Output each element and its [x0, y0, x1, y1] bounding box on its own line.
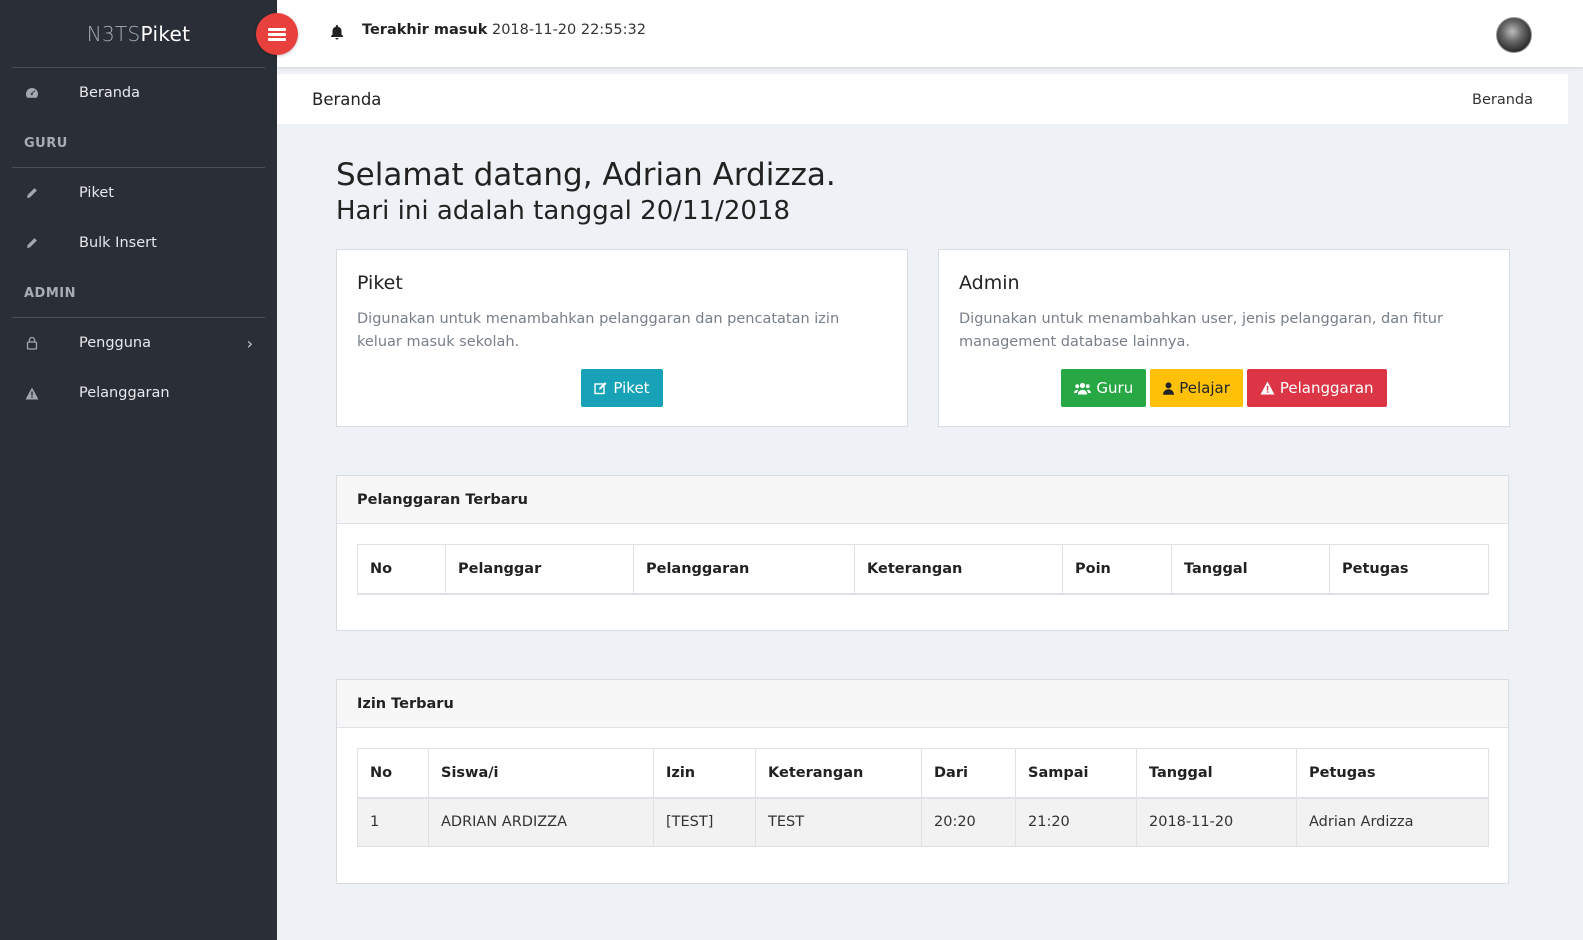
- card-title: Admin: [959, 272, 1020, 294]
- sidebar-item-piket[interactable]: Piket: [0, 168, 277, 218]
- brand-logo[interactable]: N3TS Piket: [12, 0, 265, 68]
- guru-button[interactable]: Guru: [1061, 369, 1147, 407]
- column-header[interactable]: Pelanggar: [445, 544, 634, 595]
- pelanggaran-table: No Pelanggar Pelanggaran Keterangan Poin…: [357, 544, 1489, 595]
- button-label: Pelanggaran: [1279, 379, 1374, 397]
- sidebar-item-pelanggaran[interactable]: Pelanggaran: [0, 368, 277, 418]
- pelanggaran-button[interactable]: Pelanggaran: [1246, 369, 1387, 407]
- column-header[interactable]: Pelanggaran: [633, 544, 855, 595]
- table-header-row: No Siswa/i Izin Keterangan Dari Sampai T…: [357, 748, 1489, 799]
- last-login-label: Terakhir masuk: [362, 22, 488, 38]
- welcome-date: Hari ini adalah tanggal 20/11/2018: [336, 196, 791, 226]
- pelajar-button[interactable]: Pelajar: [1150, 369, 1243, 407]
- button-label: Pelajar: [1179, 379, 1230, 397]
- column-header[interactable]: Keterangan: [755, 748, 922, 799]
- dashboard-icon: [24, 86, 39, 101]
- table-header-row: No Pelanggar Pelanggaran Keterangan Poin…: [357, 544, 1489, 595]
- sidebar-item-label: Beranda: [79, 85, 140, 101]
- table-cell: Adrian Ardizza: [1296, 797, 1489, 847]
- edit-icon: [594, 382, 607, 395]
- bell-icon[interactable]: [330, 24, 344, 40]
- table-cell: TEST: [755, 797, 922, 847]
- card-actions: Piket: [337, 369, 907, 407]
- card-description: Digunakan untuk menambahkan user, jenis …: [959, 311, 1443, 350]
- panel-title: Izin Terbaru: [337, 680, 1508, 728]
- breadcrumb-bar: Beranda Beranda: [277, 74, 1568, 124]
- sidebar-item-label: Bulk Insert: [79, 235, 157, 251]
- admin-card: Admin Digunakan untuk menambahkan user, …: [938, 249, 1510, 427]
- users-icon: [1074, 382, 1092, 394]
- column-header[interactable]: Petugas: [1329, 544, 1489, 595]
- user-icon: [24, 336, 39, 351]
- last-login-info: Terakhir masuk 2018-11-20 22:55:32: [362, 22, 646, 38]
- column-header[interactable]: Petugas: [1296, 748, 1489, 799]
- pencil-icon: [24, 236, 39, 251]
- card-actions: Guru Pelajar Pelanggaran: [939, 369, 1509, 407]
- column-header[interactable]: Tanggal: [1171, 544, 1330, 595]
- top-header: Terakhir masuk 2018-11-20 22:55:32: [277, 0, 1583, 68]
- pencil-icon: [24, 186, 39, 201]
- sidebar-item-bulk-insert[interactable]: Bulk Insert: [0, 218, 277, 268]
- sidebar-item-beranda[interactable]: Beranda: [0, 68, 277, 118]
- section-title-admin: ADMIN: [12, 268, 265, 318]
- piket-card: Piket Digunakan untuk menambahkan pelang…: [336, 249, 908, 427]
- column-header[interactable]: Siswa/i: [428, 748, 654, 799]
- warning-icon: [1260, 381, 1275, 395]
- column-header[interactable]: Dari: [921, 748, 1016, 799]
- panel-title: Pelanggaran Terbaru: [337, 476, 1508, 524]
- column-header[interactable]: Izin: [653, 748, 756, 799]
- warning-icon: [24, 386, 39, 401]
- sidebar-item-label: Piket: [79, 185, 114, 201]
- chevron-right-icon: ›: [246, 333, 253, 353]
- column-header[interactable]: No: [357, 748, 429, 799]
- izin-table: No Siswa/i Izin Keterangan Dari Sampai T…: [357, 748, 1489, 847]
- table-cell: 21:20: [1015, 797, 1137, 847]
- table-row[interactable]: 1 ADRIAN ARDIZZA [TEST] TEST 20:20 21:20…: [357, 797, 1489, 847]
- avatar[interactable]: [1496, 17, 1532, 53]
- button-label: Piket: [613, 379, 650, 397]
- column-header[interactable]: Poin: [1062, 544, 1172, 595]
- card-description: Digunakan untuk menambahkan pelanggaran …: [357, 311, 840, 350]
- page-title: Beranda: [312, 90, 382, 109]
- table-cell: 1: [357, 797, 429, 847]
- table-cell: 20:20: [921, 797, 1016, 847]
- table-cell: [TEST]: [653, 797, 756, 847]
- section-title-guru: GURU: [12, 118, 265, 168]
- column-header[interactable]: No: [357, 544, 446, 595]
- sidebar-item-label: Pengguna: [79, 335, 152, 351]
- table-cell: ADRIAN ARDIZZA: [428, 797, 654, 847]
- user-icon: [1163, 381, 1175, 395]
- menu-icon: [268, 27, 286, 41]
- button-label: Guru: [1096, 379, 1134, 397]
- welcome-section: Selamat datang, Adrian Ardizza. Hari ini…: [336, 156, 836, 228]
- column-header[interactable]: Keterangan: [854, 544, 1063, 595]
- brand-bold: Piket: [140, 21, 191, 46]
- pelanggaran-terbaru-panel: Pelanggaran Terbaru No Pelanggar Pelangg…: [336, 475, 1509, 631]
- piket-button[interactable]: Piket: [581, 369, 663, 407]
- sidebar-item-pengguna[interactable]: Pengguna ›: [0, 318, 277, 368]
- sidebar-item-label: Pelanggaran: [79, 385, 170, 401]
- column-header[interactable]: Tanggal: [1136, 748, 1297, 799]
- izin-terbaru-panel: Izin Terbaru No Siswa/i Izin Keterangan …: [336, 679, 1509, 884]
- sidebar-toggle-button[interactable]: [256, 13, 298, 55]
- welcome-greeting: Selamat datang, Adrian Ardizza.: [336, 157, 836, 193]
- sidebar: N3TS Piket Beranda GURU Piket Bulk Insert…: [0, 0, 277, 940]
- brand-thin: N3TS: [86, 21, 141, 46]
- breadcrumb[interactable]: Beranda: [1472, 92, 1533, 108]
- card-title: Piket: [357, 272, 403, 294]
- table-cell: 2018-11-20: [1136, 797, 1297, 847]
- last-login-value: 2018-11-20 22:55:32: [491, 22, 646, 38]
- column-header[interactable]: Sampai: [1015, 748, 1137, 799]
